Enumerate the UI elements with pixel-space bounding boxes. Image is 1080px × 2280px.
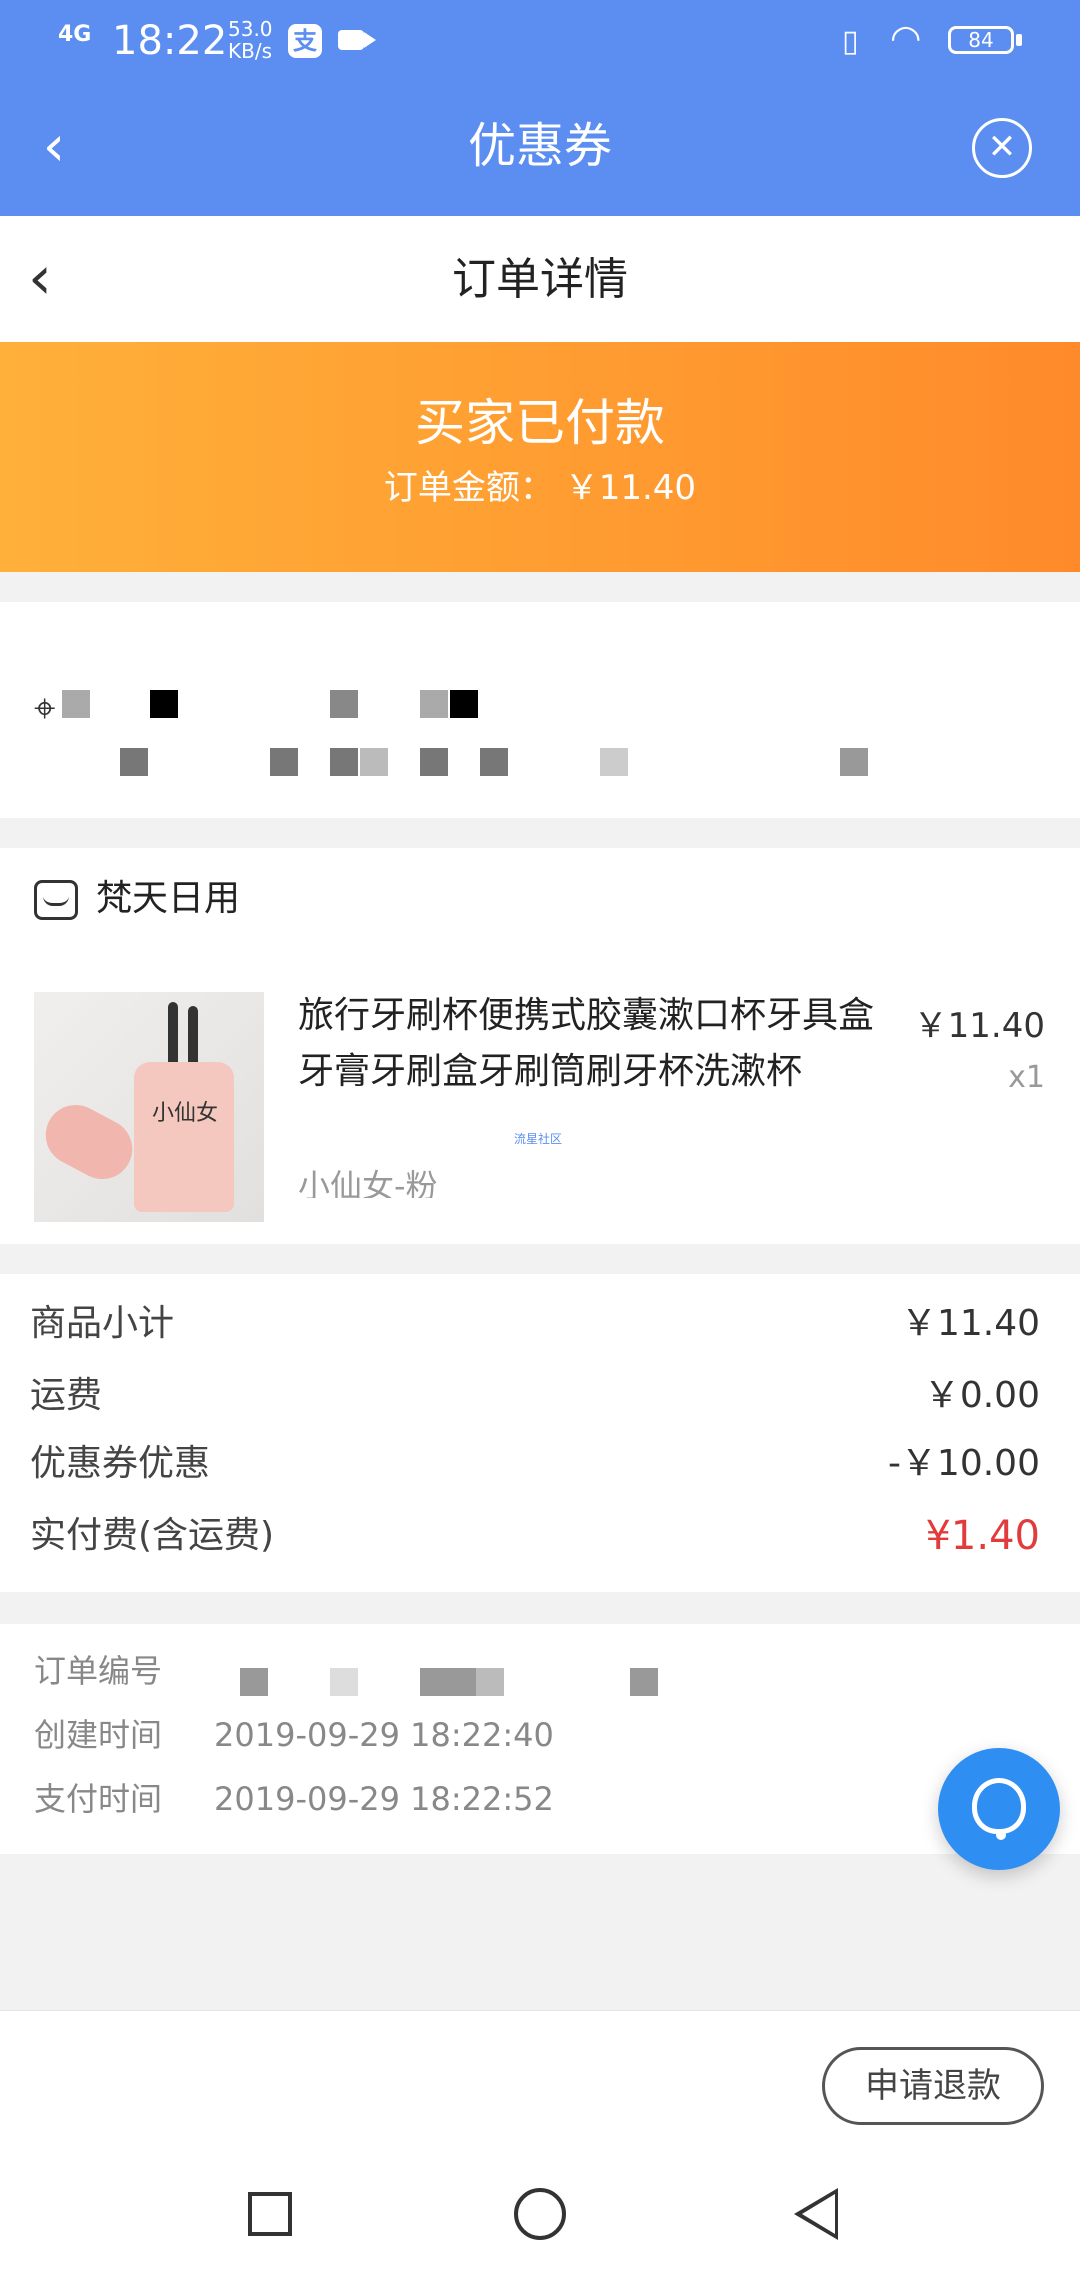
- redaction-block: [630, 1668, 658, 1696]
- app-bar-title: 优惠券: [467, 118, 612, 174]
- price-summary: 商品小计 ￥11.40 运费 ￥0.00 优惠券优惠 -￥10.00 实付费(含…: [0, 1274, 1080, 1592]
- summary-row-coupon: 优惠券优惠 -￥10.00: [30, 1434, 1040, 1494]
- headset-mic-icon: [996, 1830, 1006, 1840]
- summary-row-subtotal: 商品小计 ￥11.40: [30, 1294, 1040, 1354]
- shop-name[interactable]: 梵天日用: [96, 874, 240, 924]
- paid-time-label: 支付时间: [34, 1780, 163, 1818]
- product-image-cup: [134, 1062, 234, 1212]
- created-time-row: 创建时间 2019-09-29 18:22:40: [34, 1710, 554, 1760]
- video-icon: [338, 30, 376, 50]
- bottom-action-bar: 申请退款: [0, 2010, 1080, 2151]
- product-image-roll: [35, 1094, 143, 1190]
- redaction-block: [420, 748, 448, 776]
- redaction-block: [330, 748, 358, 776]
- summary-row-shipping: 运费 ￥0.00: [30, 1366, 1040, 1426]
- order-amount-label: 订单金额：: [383, 468, 554, 508]
- redaction-block: [62, 690, 90, 718]
- network-speed: 53.0 KB/s: [228, 18, 273, 62]
- nav-back-icon-inner: [802, 2194, 835, 2234]
- summary-value: ￥11.40: [900, 1303, 1040, 1344]
- product-sku: 小仙女-粉: [298, 1167, 438, 1198]
- clock: 18:22: [112, 18, 228, 64]
- order-info: 订单编号 创建时间 2019-09-29 18:22:40 支付时间 2019-09…: [0, 1624, 1080, 1854]
- redaction-block: [330, 690, 358, 718]
- customer-service-button[interactable]: [938, 1748, 1060, 1870]
- summary-label: 优惠券优惠: [30, 1443, 211, 1484]
- page-header: ‹ 订单详情: [0, 216, 1080, 342]
- product-price: ￥11.40: [913, 1006, 1045, 1046]
- shop-card: 梵天日用 小仙女 旅行牙刷杯便携式胶囊漱口杯牙具盒牙膏牙刷盒牙刷筒刷牙杯洗漱杯 …: [0, 848, 1080, 1244]
- page-title: 订单详情: [452, 254, 628, 305]
- product-quantity: x1: [1008, 1060, 1045, 1095]
- redaction-block: [476, 1668, 504, 1696]
- back-arrow-icon[interactable]: ‹: [22, 112, 86, 182]
- home-icon[interactable]: [514, 2188, 566, 2240]
- headset-icon: [972, 1778, 1026, 1834]
- network-indicator: 4G: [58, 22, 92, 47]
- redaction-block: [240, 1668, 268, 1696]
- watermark-text: 流星社区: [514, 1132, 563, 1146]
- redaction-block: [360, 748, 388, 776]
- created-time-label: 创建时间: [34, 1716, 163, 1754]
- shop-icon: [34, 880, 78, 920]
- product-image[interactable]: 小仙女: [34, 992, 264, 1222]
- product-image-text: 小仙女: [151, 1101, 218, 1126]
- summary-value: ￥0.00: [923, 1375, 1040, 1416]
- alipay-icon: 支: [288, 24, 322, 58]
- redaction-block: [420, 690, 448, 718]
- redaction-block: [840, 748, 868, 776]
- app-bar: ‹ 优惠券 ✕: [0, 82, 1080, 216]
- battery-level: 84: [968, 28, 994, 52]
- redaction-block: [480, 748, 508, 776]
- redaction-block: [150, 690, 178, 718]
- close-icon[interactable]: ✕: [972, 118, 1032, 178]
- location-icon: ⌖: [34, 686, 56, 730]
- battery-cap: [1016, 34, 1022, 46]
- product-image-brush: [168, 1002, 178, 1068]
- redaction-block: [270, 748, 298, 776]
- order-status-banner: 买家已付款 订单金额： ￥11.40: [0, 342, 1080, 572]
- order-amount-value: ￥11.40: [564, 468, 697, 508]
- shipping-address[interactable]: ⌖: [0, 602, 1080, 818]
- network-speed-value: 53.0: [228, 17, 273, 41]
- redaction-block: [330, 1668, 358, 1696]
- summary-label: 实付费(含运费): [30, 1515, 275, 1556]
- refund-button[interactable]: 申请退款: [822, 2047, 1044, 2125]
- order-status: 买家已付款: [415, 394, 665, 452]
- summary-label: 商品小计: [30, 1303, 175, 1344]
- status-bar: 4G 18:22 53.0 KB/s 支 ▯ ◠ 84: [0, 0, 1080, 82]
- order-amount: 订单金额： ￥11.40: [0, 466, 1080, 510]
- product-image-brush: [188, 1006, 198, 1068]
- paid-time-row: 支付时间 2019-09-29 18:22:52: [34, 1774, 554, 1824]
- system-nav-bar: [0, 2150, 1080, 2280]
- redaction-block: [600, 748, 628, 776]
- product-title[interactable]: 旅行牙刷杯便携式胶囊漱口杯牙具盒牙膏牙刷盒牙刷筒刷牙杯洗漱杯: [298, 988, 878, 1100]
- summary-label: 运费: [30, 1375, 103, 1416]
- recent-apps-icon[interactable]: [248, 2192, 292, 2236]
- order-number-label: 订单编号: [34, 1652, 163, 1690]
- redaction-block: [450, 690, 478, 718]
- summary-row-total: 实付费(含运费) ¥1.40: [30, 1506, 1040, 1566]
- paid-time-value: 2019-09-29 18:22:52: [214, 1780, 554, 1818]
- created-time-value: 2019-09-29 18:22:40: [214, 1716, 554, 1754]
- vibrate-icon: ▯: [842, 24, 859, 59]
- summary-total-value: ¥1.40: [925, 1513, 1040, 1559]
- page-back-icon[interactable]: ‹: [28, 238, 88, 318]
- redaction-block: [420, 1668, 476, 1696]
- battery-icon: 84: [948, 26, 1014, 54]
- order-number-row: 订单编号: [34, 1646, 214, 1696]
- redaction-block: [120, 748, 148, 776]
- summary-value: -￥10.00: [887, 1443, 1040, 1484]
- network-speed-unit: KB/s: [228, 39, 272, 63]
- wifi-icon: ◠: [890, 18, 922, 59]
